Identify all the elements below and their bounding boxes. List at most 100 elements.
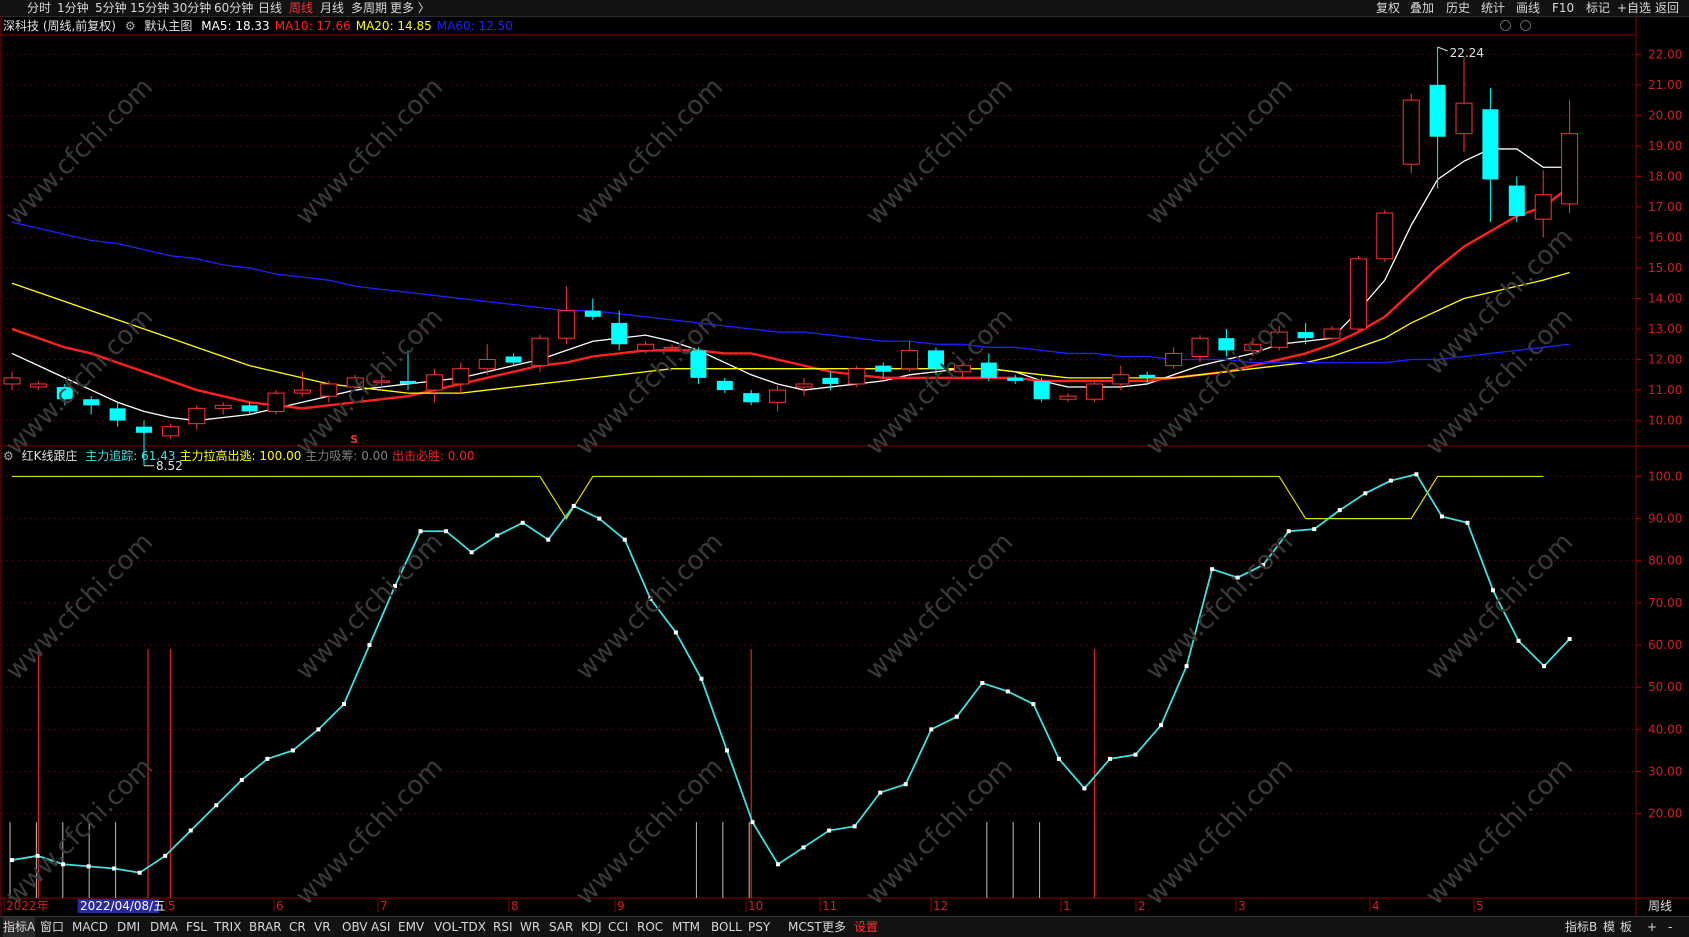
track-dot-56: [1439, 514, 1444, 519]
indicator-tab-14[interactable]: RSI: [493, 917, 513, 937]
indicator-tab-0[interactable]: 指标A: [3, 917, 36, 937]
indicator-tab-13[interactable]: VOL-TDX: [434, 917, 486, 937]
candle-body-31: [822, 377, 839, 384]
candle-body-9: [241, 405, 258, 412]
track-dot-29: [750, 820, 755, 825]
ind-tick-label-5: 50.00: [1648, 680, 1682, 694]
candle-body-13: [346, 377, 364, 388]
candle-body-25: [663, 346, 681, 350]
track-dot-52: [1337, 508, 1342, 513]
main-tick-label-12: 10.00: [1648, 414, 1682, 428]
bottom-right-2[interactable]: 板: [1620, 917, 1632, 937]
ma-line-MA5: [11, 148, 1570, 422]
candle-body-57: [1508, 185, 1525, 217]
candle-body-36: [953, 365, 971, 373]
candle-body-48: [1270, 331, 1288, 348]
indicator-tab-15[interactable]: WR: [520, 917, 540, 937]
candle-body-14: [373, 380, 391, 383]
main-tick-label-9: 13.00: [1648, 322, 1682, 336]
ind-tick-label-6: 40.00: [1648, 722, 1682, 736]
track-dot-43: [1107, 756, 1112, 761]
indicator-tab-4[interactable]: DMA: [150, 917, 178, 937]
track-dot-23: [597, 516, 602, 521]
track-dot-4: [112, 866, 117, 871]
time-label-8: 11: [822, 899, 837, 913]
main-tick-label-5: 17.00: [1648, 200, 1682, 214]
candle-body-49: [1297, 332, 1314, 339]
track-dot-57: [1465, 520, 1470, 525]
indicator-tab-6[interactable]: TRIX: [214, 917, 241, 937]
track-dot-47: [1210, 567, 1215, 572]
indicator-tab-22[interactable]: PSY: [748, 917, 770, 937]
candle-body-24: [637, 343, 655, 351]
indicator-tab-17[interactable]: KDJ: [581, 917, 602, 937]
main-tick-label-2: 20.00: [1648, 108, 1682, 122]
indicator-tab-11[interactable]: ASI: [371, 917, 390, 937]
bottom-right-0[interactable]: 指标B: [1565, 917, 1597, 937]
time-label-5: 8: [511, 899, 519, 913]
indicator-tab-20[interactable]: MTM: [672, 917, 700, 937]
bottom-right-3[interactable]: +: [1647, 917, 1657, 937]
indicator-tab-12[interactable]: EMV: [398, 917, 424, 937]
indicator-tab-9[interactable]: VR: [314, 917, 331, 937]
candle-body-30: [795, 383, 813, 388]
time-label-3: 6: [276, 899, 284, 913]
track-dot-9: [239, 777, 244, 782]
indicator-tab-2[interactable]: MACD: [72, 917, 108, 937]
time-label-9: 12: [933, 899, 948, 913]
indicator-tab-24[interactable]: 更多: [822, 917, 846, 937]
track-dot-22: [571, 503, 576, 508]
candle-body-0: [3, 377, 21, 385]
candle-body-37: [980, 362, 997, 378]
indicator-tabbar: 指标A 窗口 MACD DMI DMA FSL TRIX BRAR CR VR OBV ASI EMV V…: [0, 916, 1689, 937]
track-dot-35: [903, 782, 908, 787]
indicator-tab-18[interactable]: CCI: [608, 917, 628, 937]
time-label-12: 3: [1238, 899, 1246, 913]
track-dot-55: [1414, 472, 1419, 477]
time-label-11: 2: [1138, 899, 1146, 913]
candle-body-52: [1376, 212, 1394, 260]
indicator-tab-5[interactable]: FSL: [186, 917, 207, 937]
candle-body-40: [1059, 395, 1077, 400]
candle-body-35: [928, 350, 944, 369]
track-dot-50: [1286, 529, 1291, 534]
kline-chart[interactable]: 22.24 8.52 S 22.00 21.00 20.00 19.00 18.00 17.0…: [0, 0, 1689, 936]
indicator-tab-25[interactable]: 设置: [854, 917, 878, 937]
candle-body-2: [56, 387, 73, 400]
signal-marker: S: [350, 433, 358, 446]
line-主力拉高出逃: [12, 475, 1544, 520]
track-dot-15: [393, 584, 398, 589]
track-dot-51: [1312, 527, 1317, 532]
indicator-tab-21[interactable]: BOLL: [711, 917, 742, 937]
track-dot-28: [724, 748, 729, 753]
track-dot-17: [444, 529, 449, 534]
ind-tick-label-7: 30.00: [1648, 765, 1682, 779]
candle-body-26: [690, 350, 707, 378]
indicator-tab-3[interactable]: DMI: [117, 917, 140, 937]
indicator-tab-7[interactable]: BRAR: [249, 917, 282, 937]
track-dot-2: [61, 862, 66, 867]
track-dot-42: [1082, 786, 1087, 791]
indicator-tab-10[interactable]: OBV: [342, 917, 368, 937]
indicator-tab-23[interactable]: MCST: [788, 917, 822, 937]
ind-tick-label-8: 20.00: [1648, 807, 1682, 821]
indicator-tab-16[interactable]: SAR: [549, 917, 573, 937]
bottom-right-1[interactable]: 模: [1603, 917, 1615, 937]
candle-body-46: [1218, 338, 1235, 351]
track-dot-36: [929, 727, 934, 732]
bottom-right-4[interactable]: -: [1668, 917, 1672, 937]
candle-body-28: [743, 393, 760, 403]
indicator-tab-8[interactable]: CR: [289, 917, 306, 937]
main-tick-label-4: 18.00: [1648, 169, 1682, 183]
candle-body-16: [425, 374, 443, 391]
track-dot-59: [1516, 638, 1521, 643]
track-dot-18: [469, 550, 474, 555]
candle-body-58: [1534, 194, 1552, 220]
candle-body-20: [531, 337, 549, 367]
main-tick-label-8: 14.00: [1648, 291, 1682, 305]
candle-body-42: [1112, 374, 1130, 385]
candle-body-19: [505, 356, 522, 363]
indicator-tab-19[interactable]: ROC: [637, 917, 663, 937]
ind-tick-label-0: 100.0: [1648, 469, 1682, 483]
indicator-tab-1[interactable]: 窗口: [40, 917, 64, 937]
